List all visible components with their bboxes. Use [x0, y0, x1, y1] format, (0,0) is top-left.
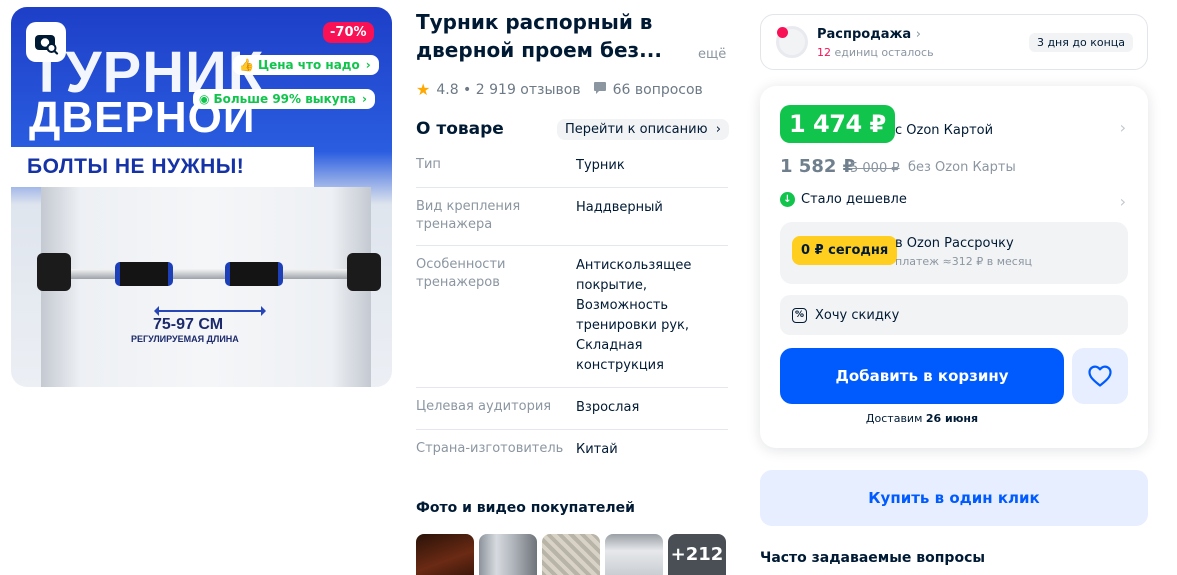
- image-grip-right: [225, 262, 283, 286]
- customer-photo-thumb[interactable]: [479, 534, 537, 575]
- installment-block[interactable]: 0 ₽ сегодня в Ozon Рассрочку платеж ≈312…: [780, 222, 1128, 284]
- specs-list: Тип Турник Вид крепления тренажера Наддв…: [416, 146, 728, 471]
- price-good-label: Цена что надо: [257, 58, 360, 72]
- delivery-prefix: Доставим: [865, 412, 923, 425]
- installment-subtitle: платеж ≈312 ₽ в месяц: [895, 255, 1032, 268]
- customer-photo-thumb[interactable]: [542, 534, 600, 575]
- faq-heading: Часто задаваемые вопросы: [760, 550, 986, 566]
- spec-row: Тип Турник: [416, 146, 728, 188]
- star-icon: ★: [416, 80, 431, 99]
- want-discount-button[interactable]: % Хочу скидку: [780, 295, 1128, 335]
- more-photos-thumb[interactable]: +212: [668, 534, 726, 575]
- image-length-arrow: [154, 306, 266, 316]
- spec-key: Страна-изготовитель: [416, 441, 564, 456]
- price-card: 1 474 ₽ с Ozon Картой › 1 582 ₽ 5 000 ₽ …: [760, 86, 1148, 448]
- sale-ends-badge: 3 дня до конца: [1028, 33, 1133, 52]
- image-range-sub: РЕГУЛИРУЕМАЯ ДЛИНА: [131, 334, 239, 344]
- chevron-right-icon[interactable]: ›: [1120, 118, 1126, 137]
- questions-link[interactable]: 66 вопросов: [613, 82, 703, 98]
- reviews-link[interactable]: 2 919 отзывов: [476, 82, 581, 98]
- chat-icon: [593, 81, 607, 99]
- discount-badge: -70%: [323, 22, 374, 43]
- image-range: 75-97 СМ: [153, 316, 224, 333]
- add-to-cart-button[interactable]: Добавить в корзину: [780, 348, 1064, 404]
- spec-key: Вид крепления тренажера: [416, 199, 521, 232]
- sale-units-left: 12 единиц осталось: [817, 46, 934, 59]
- spec-value: Взрослая: [576, 400, 640, 415]
- installment-title: в Ozon Рассрочку: [895, 236, 1014, 251]
- spec-row: Целевая аудитория Взрослая: [416, 388, 728, 430]
- buyout-label: Больше 99% выкупа: [213, 92, 357, 106]
- thumb-up-icon: 👍: [239, 58, 254, 72]
- spec-row: Вид крепления тренажера Наддверный: [416, 188, 728, 246]
- camera-search-button[interactable]: [26, 22, 66, 62]
- spec-value: Китай: [576, 442, 618, 457]
- ozon-card-price[interactable]: 1 474 ₽: [780, 105, 895, 143]
- chevron-right-icon: ›: [915, 27, 921, 42]
- chevron-right-icon: ›: [365, 58, 371, 72]
- chevron-right-icon: ›: [362, 92, 367, 106]
- sale-logo-icon: [776, 26, 808, 58]
- buyout-icon: ◉: [199, 92, 210, 106]
- spec-value: Антискользящее покрытие, Возможность тре…: [576, 258, 692, 373]
- image-bracket-left: [37, 253, 71, 291]
- heart-icon: [1088, 365, 1112, 387]
- sale-left-count: 12: [817, 46, 831, 59]
- spec-value: Наддверный: [576, 200, 663, 215]
- old-price: 5 000 ₽: [850, 161, 900, 176]
- favorite-button[interactable]: [1072, 348, 1128, 404]
- product-title-line1: Турник распорный в: [416, 10, 653, 34]
- spec-value: Турник: [576, 158, 625, 173]
- product-title: Турник распорный в дверной проем без...: [416, 8, 688, 64]
- image-grip-left: [115, 262, 173, 286]
- camera-search-icon: [35, 35, 59, 55]
- chevron-right-icon: ›: [711, 122, 722, 137]
- image-bracket-right: [347, 253, 381, 291]
- image-door-frame: [41, 187, 371, 387]
- sale-card[interactable]: Распродажа › 12 единиц осталось 3 дня до…: [760, 14, 1148, 70]
- title-more-link[interactable]: ещё: [698, 47, 726, 62]
- price-dropped-row[interactable]: ↓ Стало дешевле: [780, 192, 907, 207]
- rating-value: 4.8: [436, 81, 459, 98]
- price-dropped-label: Стало дешевле: [801, 192, 907, 207]
- chevron-right-icon[interactable]: ›: [1120, 192, 1126, 211]
- customer-photo-thumb[interactable]: [605, 534, 663, 575]
- sale-title: Распродажа ›: [817, 27, 921, 42]
- customer-photos-strip: +212: [416, 534, 726, 575]
- image-bar-rod: [49, 269, 369, 279]
- image-bolts-banner: БОЛТЫ НЕ НУЖНЫ!: [11, 147, 314, 187]
- goto-description-button[interactable]: Перейти к описанию ›: [557, 119, 730, 140]
- price-good-pill[interactable]: 👍 Цена что надо ›: [233, 55, 379, 75]
- rating-dot: •: [458, 81, 476, 98]
- want-discount-label: Хочу скидку: [815, 307, 900, 323]
- about-heading: О товаре: [416, 119, 504, 139]
- spec-row: Страна-изготовитель Китай: [416, 430, 728, 471]
- sale-title-label: Распродажа: [817, 27, 912, 42]
- customer-photos-heading: Фото и видео покупателей: [416, 500, 635, 516]
- with-ozon-card-label: с Ozon Картой: [895, 123, 994, 138]
- buyout-pill[interactable]: ◉ Больше 99% выкупа ›: [193, 89, 375, 109]
- spec-key: Тип: [416, 157, 441, 172]
- customer-photo-thumb[interactable]: [416, 534, 474, 575]
- percent-icon: %: [792, 307, 807, 323]
- delivery-info: Доставим 26 июня: [780, 412, 1064, 425]
- sale-left-text: единиц осталось: [834, 46, 934, 59]
- more-photos-count: +212: [670, 544, 724, 565]
- regular-price: 1 582 ₽: [780, 156, 856, 177]
- spec-key: Целевая аудитория: [416, 399, 552, 414]
- goto-description-label: Перейти к описанию: [565, 122, 708, 137]
- rating-row: ★ 4.8 • 2 919 отзывов 66 вопросов: [416, 80, 703, 99]
- spec-row: Особенности тренажеров Антискользящее по…: [416, 246, 728, 388]
- arrow-down-icon: ↓: [780, 192, 795, 207]
- without-card-label: без Ozon Карты: [908, 160, 1016, 175]
- product-title-line2: дверной проем без...: [416, 38, 662, 62]
- installment-badge: 0 ₽ сегодня: [792, 236, 898, 265]
- spec-key: Особенности тренажеров: [416, 257, 506, 290]
- buy-one-click-button[interactable]: Купить в один клик: [760, 470, 1148, 526]
- delivery-date: 26 июня: [925, 412, 979, 425]
